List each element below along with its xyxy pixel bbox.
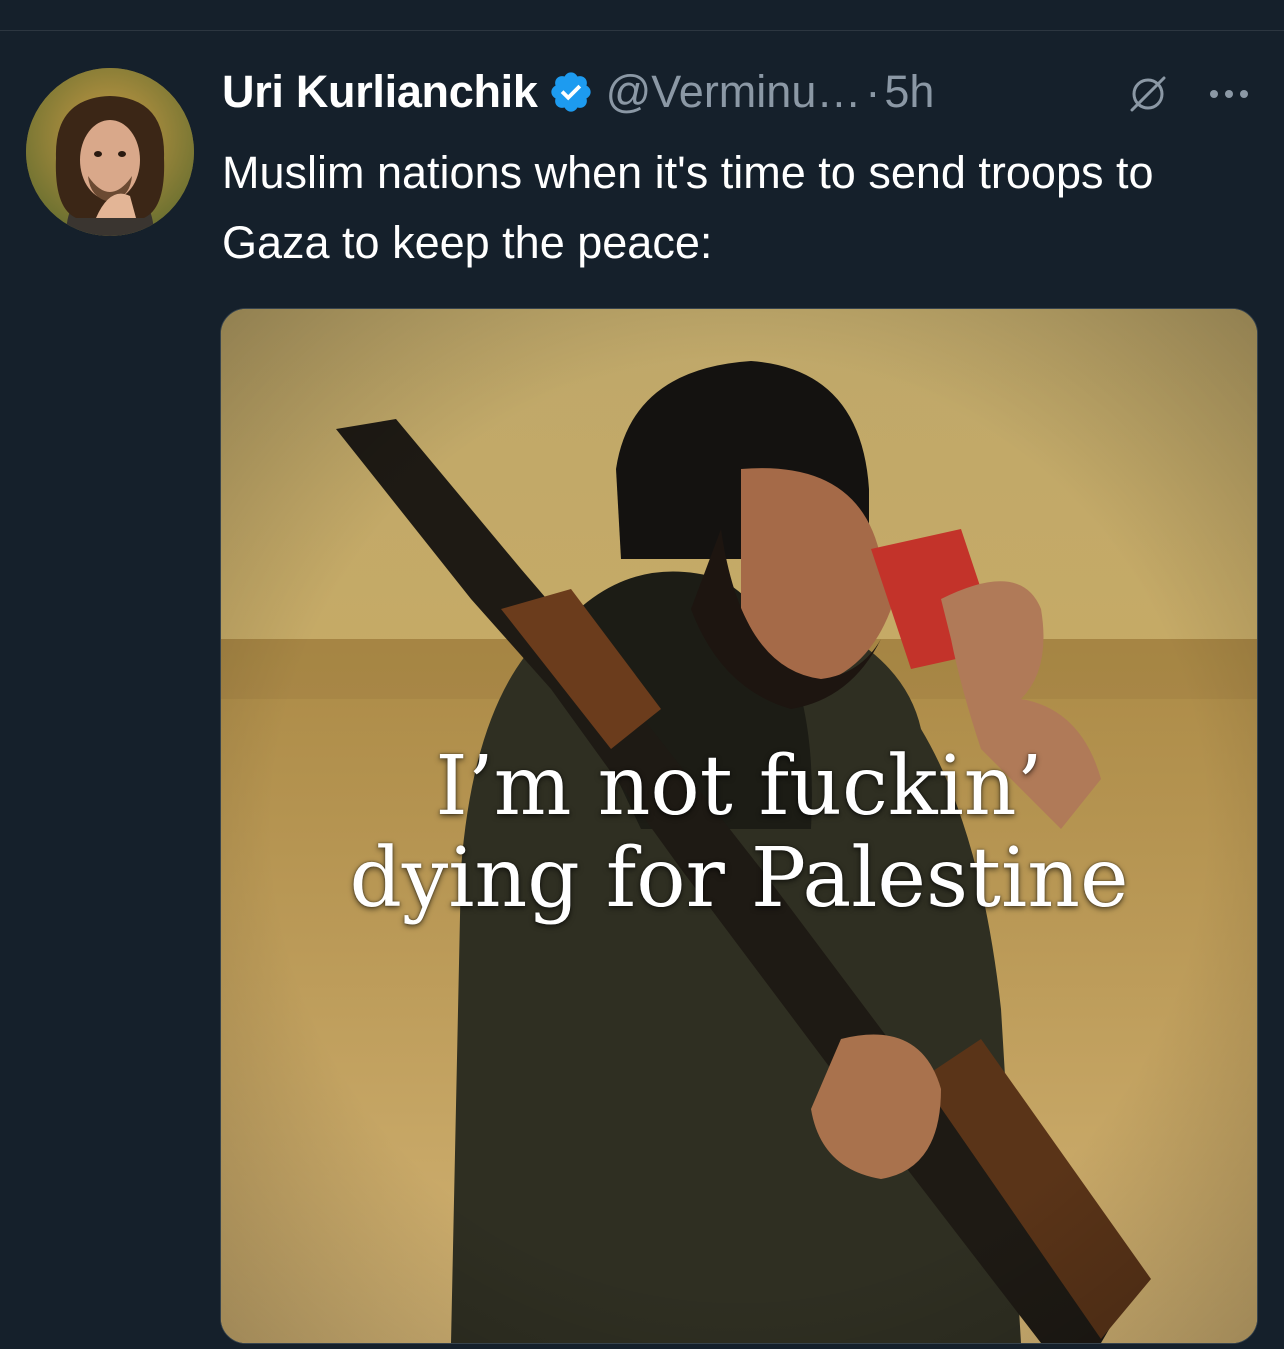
caption-line-2: dying for Palestine [349,831,1129,926]
tweet-header: Uri Kurlianchik @Verminu… · 5h [222,62,934,122]
avatar[interactable] [26,68,194,236]
meme-caption: I’m not fuckin’ dying for Palestine [221,741,1257,925]
timestamp[interactable]: 5h [884,66,934,118]
author-handle[interactable]: @Verminu… [606,66,862,118]
author-name[interactable]: Uri Kurlianchik [222,66,538,118]
caption-line-1: I’m not fuckin’ [435,739,1043,834]
tweet-text: Muslim nations when it's time to send tr… [222,147,1154,268]
tweet[interactable]: Uri Kurlianchik @Verminu… · 5h Muslim na… [0,0,1284,1349]
separator-dot: · [865,66,881,117]
verified-badge-icon [548,69,594,115]
tweet-media-image[interactable]: I’m not fuckin’ dying for Palestine [220,308,1258,1344]
grok-icon[interactable] [1126,72,1170,116]
more-options-icon[interactable] [1206,82,1252,106]
